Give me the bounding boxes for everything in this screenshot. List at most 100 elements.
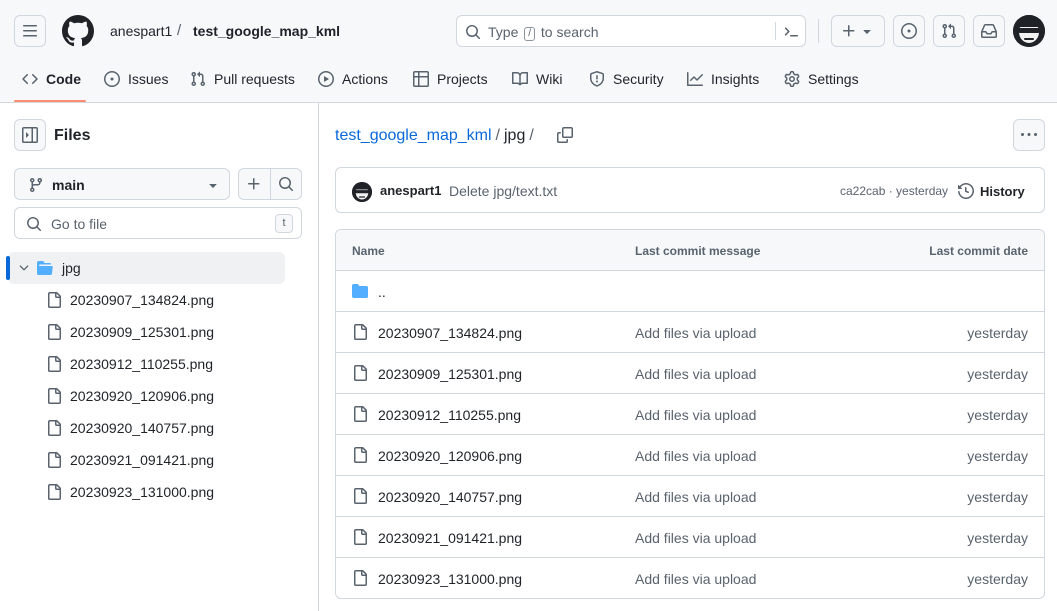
- owner-link[interactable]: anespart1: [110, 23, 172, 39]
- header-pull-requests-button[interactable]: [933, 15, 965, 47]
- sidebar-collapse-icon: [22, 127, 38, 143]
- repo-link[interactable]: test_google_map_kml: [193, 23, 340, 39]
- breadcrumb: test_google_map_kml / jpg /: [335, 127, 538, 145]
- file-icon: [48, 292, 61, 308]
- table-row: 20230907_134824.png Add files via upload y…: [336, 312, 1044, 353]
- add-file-button[interactable]: [239, 169, 270, 199]
- commit-sha-time[interactable]: ca22cab · yesterday: [840, 184, 948, 198]
- commit-message[interactable]: Delete jpg/text.txt: [449, 183, 557, 199]
- commit-date: yesterday: [967, 366, 1028, 382]
- tree-folder-jpg[interactable]: jpg: [6, 252, 285, 284]
- search-placeholder-after: to search: [540, 24, 599, 40]
- tab-insights[interactable]: Insights: [687, 64, 759, 94]
- tree-file-item[interactable]: 20230909_125301.png: [46, 316, 214, 348]
- file-icon: [48, 356, 61, 372]
- commit-author-avatar[interactable]: [352, 182, 372, 202]
- tab-settings[interactable]: Settings: [784, 64, 859, 94]
- gear-icon: [784, 71, 800, 87]
- search-icon: [278, 177, 294, 192]
- search-placeholder-before: Type: [488, 24, 519, 40]
- inbox-button[interactable]: [973, 15, 1005, 47]
- issue-opened-icon: [901, 23, 917, 39]
- tab-wiki[interactable]: Wiki: [512, 64, 562, 94]
- tree-file-label: 20230923_131000.png: [70, 484, 215, 500]
- graph-icon: [687, 72, 703, 86]
- tab-insights-label: Insights: [711, 71, 760, 87]
- file-name-link[interactable]: 20230909_125301.png: [378, 366, 522, 382]
- tree-file-item[interactable]: 20230907_134824.png: [46, 284, 214, 316]
- tree-file-item[interactable]: 20230920_120906.png: [46, 380, 214, 412]
- parent-directory-link[interactable]: ..: [378, 284, 386, 300]
- file-name-link[interactable]: 20230912_110255.png: [378, 407, 521, 423]
- shield-icon: [590, 71, 604, 87]
- file-name-link[interactable]: 20230923_131000.png: [378, 571, 522, 587]
- file-icon: [48, 420, 61, 436]
- copy-icon[interactable]: [557, 127, 573, 143]
- breadcrumb-repo-link[interactable]: test_google_map_kml: [335, 127, 492, 144]
- go-to-file-input[interactable]: Go to file t: [14, 207, 302, 239]
- search-shortcut-key: /: [524, 27, 536, 41]
- search-input[interactable]: Type / to search: [456, 15, 806, 47]
- parent-directory-row[interactable]: ..: [336, 271, 1044, 312]
- tab-code[interactable]: Code: [22, 64, 81, 94]
- triangle-down-icon: [863, 30, 871, 34]
- git-branch-icon: [29, 178, 42, 193]
- breadcrumb-separator: /: [495, 127, 500, 144]
- avatar-image: [1013, 15, 1045, 47]
- tab-wiki-label: Wiki: [536, 71, 563, 87]
- tab-actions[interactable]: Actions: [318, 64, 388, 94]
- tab-issues[interactable]: Issues: [104, 64, 168, 94]
- file-icon: [354, 406, 367, 422]
- header-divider: [818, 19, 819, 43]
- tab-pull-requests[interactable]: Pull requests: [190, 64, 295, 94]
- commit-message-link[interactable]: Add files via upload: [635, 530, 756, 546]
- file-name-link[interactable]: 20230907_134824.png: [378, 325, 522, 341]
- tree-file-item[interactable]: 20230921_091421.png: [46, 444, 214, 476]
- tree-file-item[interactable]: 20230923_131000.png: [46, 476, 214, 508]
- tree-file-item[interactable]: 20230920_140757.png: [46, 412, 214, 444]
- triangle-down-icon: [209, 184, 217, 188]
- file-name-link[interactable]: 20230920_120906.png: [378, 448, 522, 464]
- tree-file-label: 20230907_134824.png: [70, 292, 215, 308]
- column-header-date: Last commit date: [929, 244, 1028, 258]
- table-row: 20230909_125301.png Add files via upload y…: [336, 353, 1044, 394]
- tab-projects[interactable]: Projects: [413, 64, 488, 94]
- file-table: Name Last commit message Last commit dat…: [335, 229, 1045, 599]
- table-header: Name Last commit message Last commit dat…: [336, 230, 1044, 271]
- breadcrumb-separator: /: [529, 127, 534, 144]
- menu-button[interactable]: [14, 15, 46, 47]
- tab-actions-label: Actions: [342, 71, 388, 87]
- file-name-link[interactable]: 20230920_140757.png: [378, 489, 522, 505]
- header-issues-button[interactable]: [893, 15, 925, 47]
- branch-selector[interactable]: main: [14, 168, 230, 200]
- file-icon: [354, 529, 367, 545]
- tree-file-label: 20230921_091421.png: [70, 452, 215, 468]
- play-icon: [318, 71, 334, 87]
- user-avatar[interactable]: [1013, 15, 1045, 47]
- command-palette-icon[interactable]: [783, 24, 799, 40]
- commit-message-link[interactable]: Add files via upload: [635, 325, 756, 341]
- github-logo-icon[interactable]: [62, 15, 94, 47]
- tab-security[interactable]: Security: [589, 64, 664, 94]
- issue-opened-icon: [104, 71, 120, 87]
- history-button[interactable]: History: [958, 183, 1025, 199]
- commit-message-link[interactable]: Add files via upload: [635, 571, 756, 587]
- more-options-button[interactable]: [1013, 119, 1045, 151]
- commit-message-link[interactable]: Add files via upload: [635, 489, 756, 505]
- commit-author[interactable]: anespart1: [380, 183, 441, 198]
- collapse-sidebar-button[interactable]: [14, 119, 46, 151]
- commit-message-link[interactable]: Add files via upload: [635, 366, 756, 382]
- breadcrumb-current-folder: jpg: [504, 127, 526, 144]
- create-new-button[interactable]: [831, 15, 885, 47]
- commit-message-link[interactable]: Add files via upload: [635, 407, 756, 423]
- chevron-down-icon[interactable]: [17, 261, 31, 275]
- commit-date: yesterday: [967, 325, 1028, 341]
- file-name-link[interactable]: 20230921_091421.png: [378, 530, 522, 546]
- tab-security-label: Security: [613, 71, 664, 87]
- sidebar-action-group: [238, 168, 302, 200]
- file-icon: [354, 447, 367, 463]
- file-icon: [354, 570, 367, 586]
- tree-file-item[interactable]: 20230912_110255.png: [46, 348, 213, 380]
- commit-message-link[interactable]: Add files via upload: [635, 448, 756, 464]
- search-code-button[interactable]: [269, 169, 301, 199]
